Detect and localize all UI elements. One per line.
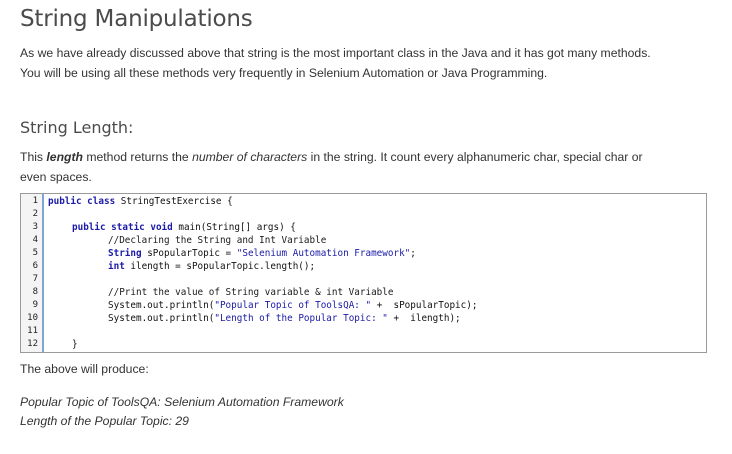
code-line-4: //Declaring the String and Int Variable [108,235,327,246]
code-text: sPopularTopic = [141,248,237,259]
code-line-3: public static void main(String[] args) { [72,222,296,233]
desc-bold-word: length [46,150,83,164]
produce-label: The above will produce: [20,362,149,376]
line-number: 12 [27,339,38,349]
line-number-gutter: 1 2 3 4 5 6 7 8 9 10 11 12 [21,194,44,352]
section-title: String Length: [20,118,134,137]
line-number: 3 [32,222,38,232]
description-line-2: even spaces. [20,170,92,184]
code-line-8: //Print the value of String variable & i… [108,287,394,298]
page-title: String Manipulations [20,6,253,32]
program-output: Popular Topic of ToolsQA: Selenium Autom… [20,393,344,431]
code-keyword: int [108,261,125,272]
code-block[interactable]: 1 2 3 4 5 6 7 8 9 10 11 12 public class … [20,193,707,353]
desc-prefix: This [20,150,47,164]
output-line-1: Popular Topic of ToolsQA: Selenium Autom… [20,395,344,409]
code-string: "Selenium Automation Framework" [236,248,411,259]
line-number: 1 [32,196,38,206]
line-number: 5 [32,248,38,258]
output-line-2: Length of the Popular Topic: 29 [20,414,189,428]
code-string: "Popular Topic of ToolsQA: " [214,300,372,311]
code-keyword: public static void [72,222,173,233]
code-keyword: String [108,248,142,259]
code-line-6: int ilength = sPopularTopic.length(); [108,261,315,272]
code-text: ; [410,248,416,259]
desc-middle: method returns the [82,150,193,164]
line-number: 6 [32,261,38,271]
code-line-10: System.out.println("Length of the Popula… [108,313,461,324]
line-number: 4 [32,235,38,245]
code-text: + sPopularTopic); [371,300,478,311]
intro-line-2: You will be using all these methods very… [20,66,548,80]
line-number: 8 [32,287,38,297]
line-number: 7 [32,274,38,284]
code-string: "Length of the Popular Topic: " [214,313,388,324]
code-text: main(String[] args) { [172,222,296,233]
code-text: ilength = sPopularTopic.length(); [124,261,316,272]
code-text: System.out.println( [108,300,215,311]
desc-rest: in the string. It count every alphanumer… [307,150,643,164]
code-line-5: String sPopularTopic = "Selenium Automat… [108,248,416,259]
line-number: 2 [32,209,38,219]
line-number: 11 [27,326,38,336]
description-line-1: This length method returns the number of… [20,147,710,167]
code-line-9: System.out.println("Popular Topic of Too… [108,300,477,311]
line-number: 9 [32,300,38,310]
code-line-12: } [72,339,78,350]
description-paragraph: This length method returns the number of… [20,147,710,187]
code-text: System.out.println( [108,313,215,324]
code-line-1: public class StringTestExercise { [48,196,233,207]
code-keyword: public class [48,196,116,207]
code-text: + ilength); [387,313,461,324]
intro-paragraph: As we have already discussed above that … [20,43,710,83]
code-text: StringTestExercise { [115,196,233,207]
line-number: 10 [27,313,38,323]
desc-italic-phrase: number of characters [192,150,308,164]
intro-line-1: As we have already discussed above that … [20,46,651,60]
